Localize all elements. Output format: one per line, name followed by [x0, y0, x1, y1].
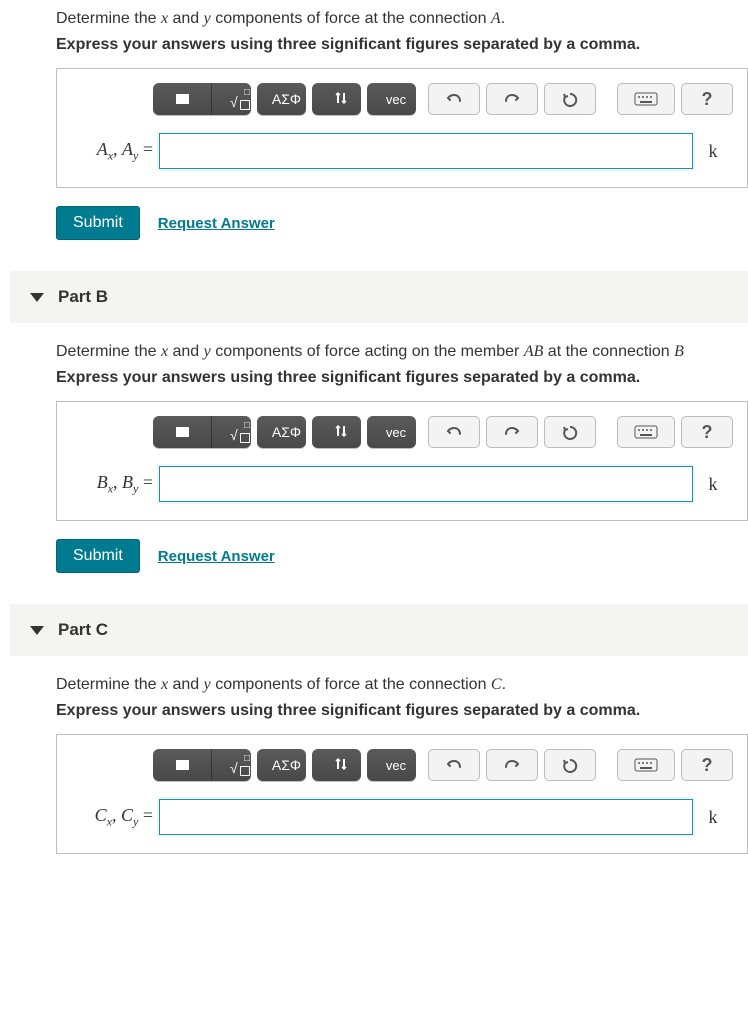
partC-lhs: Cx, Cy =: [71, 805, 159, 830]
reset-button[interactable]: [544, 416, 596, 448]
vec-button[interactable]: vec: [367, 416, 416, 448]
collapse-icon[interactable]: [30, 626, 44, 635]
partA-request-answer-link[interactable]: Request Answer: [158, 215, 275, 232]
partC-header[interactable]: Part C: [10, 603, 748, 656]
greek-button[interactable]: ΑΣΦ: [257, 416, 306, 448]
partC-instruction: Express your answers using three signifi…: [56, 702, 748, 720]
fraction-button[interactable]: □√: [212, 83, 251, 115]
undo-button[interactable]: [428, 416, 480, 448]
partA-prompt: Determine the x and y components of forc…: [56, 10, 748, 28]
reset-button[interactable]: [544, 749, 596, 781]
vec-button[interactable]: vec: [367, 83, 416, 115]
greek-button[interactable]: ΑΣΦ: [257, 83, 306, 115]
collapse-icon[interactable]: [30, 293, 44, 302]
partB-header[interactable]: Part B: [10, 270, 748, 323]
templates-button[interactable]: [153, 83, 212, 115]
help-button[interactable]: ?: [681, 416, 733, 448]
fraction-button[interactable]: □√: [212, 416, 251, 448]
partA-answer-input[interactable]: [159, 133, 693, 169]
partB-request-answer-link[interactable]: Request Answer: [158, 548, 275, 565]
partC-unit: k: [693, 807, 733, 828]
undo-button[interactable]: [428, 83, 480, 115]
partA-lhs: Ax, Ay =: [71, 139, 159, 164]
subscript-button[interactable]: [312, 416, 361, 448]
subscript-button[interactable]: [312, 83, 361, 115]
help-button[interactable]: ?: [681, 83, 733, 115]
partC-toolbar: □√ ΑΣΦ vec ?: [153, 749, 733, 781]
partA-submit-button[interactable]: Submit: [56, 206, 140, 240]
templates-button[interactable]: [153, 749, 212, 781]
partB-title: Part B: [58, 287, 108, 307]
redo-button[interactable]: [486, 83, 538, 115]
templates-button[interactable]: [153, 416, 212, 448]
partB-answer-input[interactable]: [159, 466, 693, 502]
partA-answer-box: □√ ΑΣΦ vec ? Ax, Ay = k: [56, 68, 748, 188]
partB-submit-button[interactable]: Submit: [56, 539, 140, 573]
partB-toolbar: □√ ΑΣΦ vec ?: [153, 416, 733, 448]
partA-toolbar: □√ ΑΣΦ vec ?: [153, 83, 733, 115]
partB-unit: k: [693, 474, 733, 495]
partB-instruction: Express your answers using three signifi…: [56, 369, 748, 387]
redo-button[interactable]: [486, 416, 538, 448]
keyboard-button[interactable]: [617, 749, 675, 781]
partC-prompt: Determine the x and y components of forc…: [56, 676, 748, 694]
partA-unit: k: [693, 141, 733, 162]
undo-button[interactable]: [428, 749, 480, 781]
partC-title: Part C: [58, 620, 108, 640]
partB-lhs: Bx, By =: [71, 472, 159, 497]
redo-button[interactable]: [486, 749, 538, 781]
partB-answer-box: □√ ΑΣΦ vec ? Bx, By = k: [56, 401, 748, 521]
subscript-button[interactable]: [312, 749, 361, 781]
vec-button[interactable]: vec: [367, 749, 416, 781]
partC-answer-input[interactable]: [159, 799, 693, 835]
reset-button[interactable]: [544, 83, 596, 115]
partB-prompt: Determine the x and y components of forc…: [56, 343, 748, 361]
help-button[interactable]: ?: [681, 749, 733, 781]
partA-instruction: Express your answers using three signifi…: [56, 36, 748, 54]
keyboard-button[interactable]: [617, 83, 675, 115]
greek-button[interactable]: ΑΣΦ: [257, 749, 306, 781]
keyboard-button[interactable]: [617, 416, 675, 448]
partC-answer-box: □√ ΑΣΦ vec ? Cx, Cy = k: [56, 734, 748, 854]
fraction-button[interactable]: □√: [212, 749, 251, 781]
